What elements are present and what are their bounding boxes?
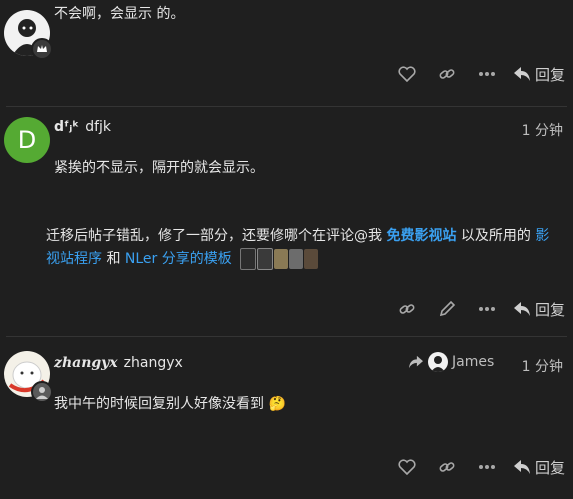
post-meta: dᶠⱼᵏ dfjk [54,119,111,135]
post-body-paragraph: 迁移后帖子错乱，修了一部分，还要修哪个在评论@我 免费影视站 以及所用的 影视站… [46,225,566,271]
post-meta: zhangyx zhangyx [54,355,183,371]
reply-arrow-icon [513,302,530,316]
like-heart-icon[interactable] [387,455,427,479]
text-segment: 迁移后帖子错乱，修了一部分，还要修哪个在评论@我 [46,228,387,244]
display-name[interactable]: zhangyx [54,355,118,371]
post-1: 不会啊，会显示 的。 回复 [0,0,573,105]
user-badge-icon [31,381,53,403]
crown-badge-icon [31,38,53,60]
text-segment: 以及所用的 [456,228,536,244]
edit-pencil-icon[interactable] [427,297,467,321]
post-body: 不会啊，会显示 的。 [54,6,185,22]
reply-button[interactable]: 回复 [513,457,565,478]
reply-arrow-icon [513,67,530,81]
more-options-icon[interactable] [467,62,507,86]
post-time[interactable]: 1 分钟 [522,356,563,376]
username[interactable]: dfjk [85,119,111,135]
post-body: 我中午的时候回复别人好像没看到 🤔 [54,396,286,412]
post-time[interactable]: 1 分钟 [522,120,563,140]
reply-label: 回复 [534,65,565,84]
link-nler-template[interactable]: NLer 分享的模板 [125,251,232,267]
post-3: zhangyx zhangyx James 1 分钟 我中午的时候回复别人好像没… [0,337,573,499]
reply-to-arrow-icon [409,355,423,369]
avatar-letter: D [17,126,37,154]
copy-link-icon[interactable] [387,297,427,321]
reply-arrow-icon [513,460,530,474]
reply-button[interactable]: 回复 [513,299,565,320]
reply-label: 回复 [534,300,565,319]
more-options-icon[interactable] [467,297,507,321]
reply-button[interactable]: 回复 [513,64,565,85]
link-video-site-program[interactable]: 视站程序 [46,251,102,267]
post-actions: 回复 [387,455,565,479]
reply-label: 回复 [534,458,565,477]
post-actions: 回复 [387,62,565,86]
reply-to[interactable]: James [408,352,494,372]
post-body-paragraph: 紧挨的不显示，隔开的就会显示。 [54,160,264,176]
more-options-icon[interactable] [467,455,507,479]
display-name[interactable]: dᶠⱼᵏ [54,119,79,135]
copy-link-icon[interactable] [427,455,467,479]
post-2: D dᶠⱼᵏ dfjk 1 分钟 紧挨的不显示，隔开的就会显示。 迁移后帖子错乱… [0,107,573,332]
text-segment: 和 [102,251,125,267]
reply-to-name: James [452,354,495,370]
post-actions: 回复 [387,297,565,321]
like-heart-icon[interactable] [387,62,427,86]
emoji-group-icon [236,248,319,270]
copy-link-icon[interactable] [427,62,467,86]
username[interactable]: zhangyx [124,355,183,371]
avatar[interactable]: D [4,117,50,163]
reply-to-avatar [428,352,448,372]
link-video-site-program[interactable]: 影 [535,228,549,244]
link-free-video-site[interactable]: 免费影视站 [386,228,456,244]
